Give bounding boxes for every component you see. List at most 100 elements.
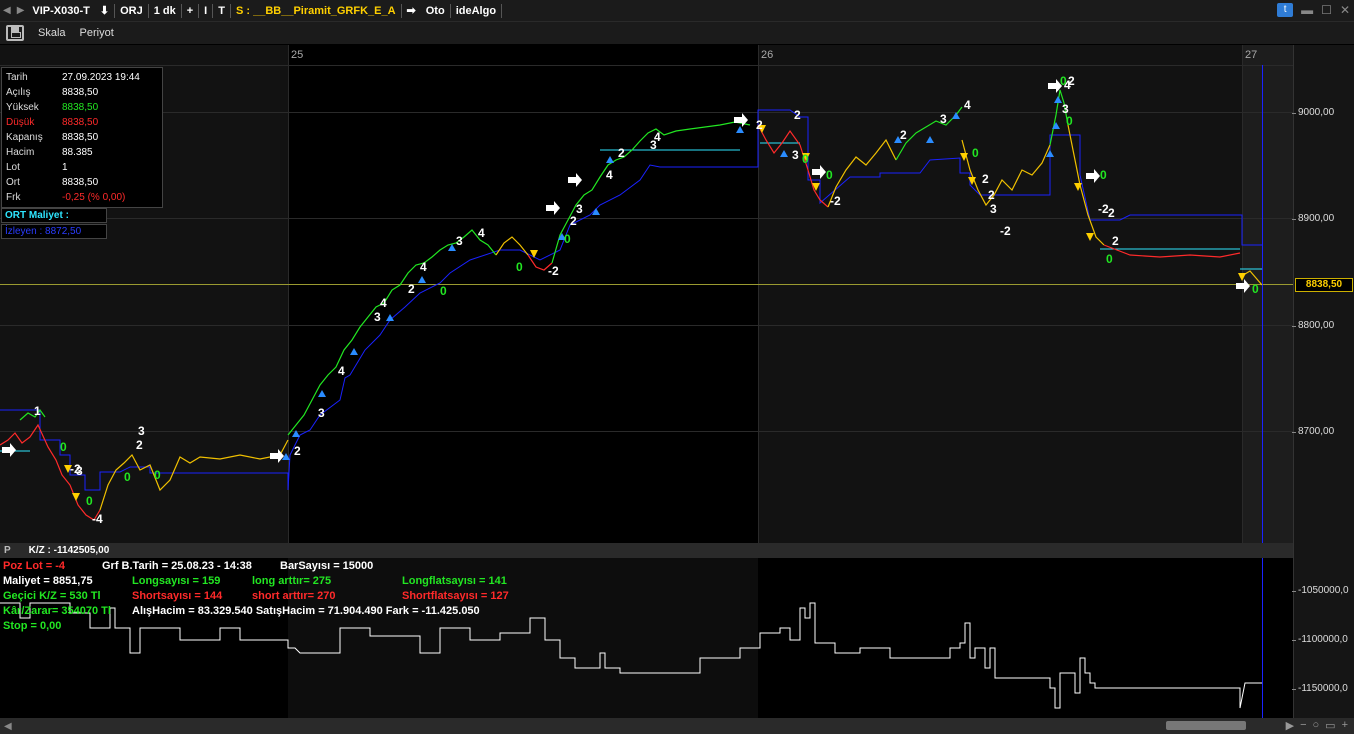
zoom-controls: ▶ − ○ ▭ + xyxy=(1286,719,1348,732)
info-value: 8838,50 xyxy=(62,132,99,143)
pnl-panel-header: P K/Z : -1142505,00 xyxy=(0,543,1293,558)
info-value: 8838,50 xyxy=(62,102,99,113)
svg-text:1: 1 xyxy=(34,404,41,418)
pnl-chart[interactable]: Poz Lot = -4 Grf B.Tarih = 25.08.23 - 14… xyxy=(0,558,1293,718)
info-key: Frk xyxy=(6,192,21,203)
grf-tarih-label: Grf B.Tarih = 25.08.23 - 14:38 xyxy=(102,560,252,572)
svg-text:2: 2 xyxy=(794,108,801,122)
orj-button[interactable]: ORJ xyxy=(115,3,148,19)
price-chart[interactable]: 25 26 27 1 0 -2 3 0 -4 0 2 3 0 2 3 4 3 4… xyxy=(0,45,1293,543)
svg-text:0: 0 xyxy=(516,260,523,274)
svg-text:4: 4 xyxy=(380,296,387,310)
info-row: Ort 8838,50 xyxy=(6,175,158,190)
add-button[interactable]: + xyxy=(182,3,198,19)
hacim-label: AlışHacim = 83.329.540 SatışHacim = 71.9… xyxy=(132,605,480,617)
gecici-kz-label: Geçici K/Z = 530 Tl xyxy=(3,590,101,602)
price-axis[interactable]: 9000,00 8900,00 8838,50 8800,00 8700,00 xyxy=(1291,45,1354,543)
svg-text:4: 4 xyxy=(606,168,613,182)
minimize-icon[interactable]: ▬ xyxy=(1301,3,1313,17)
download-icon[interactable]: ⬇ xyxy=(95,3,114,19)
info-key: Yüksek xyxy=(6,102,39,113)
skala-menu[interactable]: Skala xyxy=(38,27,66,39)
last-price-tag: 8838,50 xyxy=(1295,278,1353,292)
svg-text:3: 3 xyxy=(138,424,145,438)
symbol-label[interactable]: VIP-X030-T xyxy=(27,3,94,19)
short-entry-markers xyxy=(64,125,1246,501)
svg-text:2: 2 xyxy=(900,128,907,142)
svg-text:-4: -4 xyxy=(92,512,103,526)
scroll-right-icon[interactable]: ▶ xyxy=(1286,719,1294,732)
y-tick: -1100000,0 xyxy=(1292,634,1348,645)
info-value: 8838,50 xyxy=(62,87,99,98)
shortflat-label: Shortflatsayısı = 127 xyxy=(402,590,509,602)
svg-text:2: 2 xyxy=(756,118,763,132)
exit-markers xyxy=(2,79,1250,463)
periyot-menu[interactable]: Periyot xyxy=(80,27,114,39)
pnl-axis[interactable]: -1050000,0 -1100000,0 -1150000,0 xyxy=(1292,543,1354,718)
long-arttir-label: long arttır= 275 xyxy=(252,575,332,587)
forward-arrow-icon[interactable]: ▶ xyxy=(14,5,28,16)
info-value: -0,25 (% 0,00) xyxy=(62,192,126,203)
y-tick: 8900,00 xyxy=(1291,213,1335,224)
info-row: Kapanış 8838,50 xyxy=(6,130,158,145)
info-key: Hacim xyxy=(6,147,35,158)
idealgo-button[interactable]: ideAlgo xyxy=(451,3,501,19)
svg-text:0: 0 xyxy=(86,494,93,508)
kar-zarar-label: Kâr/Zarar= 354070 Tl xyxy=(3,605,111,617)
oto-button[interactable]: Oto xyxy=(421,3,450,19)
chart-svg: 10 -23 0-4 02 30 23 43 42 40 34 0 -2 02 3… xyxy=(0,74,1263,526)
svg-text:3: 3 xyxy=(76,464,83,478)
horizontal-scrollbar[interactable]: ◀ ▶ − ○ ▭ + xyxy=(0,718,1354,734)
maximize-icon[interactable]: ☐ xyxy=(1321,3,1332,17)
separator xyxy=(501,3,503,18)
zoom-in-icon[interactable]: + xyxy=(1342,719,1348,732)
info-row: Tarih 27.09.2023 19:44 xyxy=(6,70,158,85)
svg-text:2: 2 xyxy=(982,172,989,186)
maliyet-label: Maliyet = 8851,75 xyxy=(3,575,93,587)
scroll-left-icon[interactable]: ◀ xyxy=(0,721,16,732)
poz-lot-label: Poz Lot = -4 xyxy=(3,560,66,572)
arrow-right-icon[interactable]: ➡ xyxy=(402,3,421,19)
y-tick: 8800,00 xyxy=(1291,320,1335,331)
longflat-label: Longflatsayısı = 141 xyxy=(402,575,507,587)
info-value: 27.09.2023 19:44 xyxy=(62,72,140,83)
svg-text:0: 0 xyxy=(60,440,67,454)
price-series-up xyxy=(287,229,497,436)
close-icon[interactable]: ✕ xyxy=(1340,3,1350,17)
shortsayisi-label: Shortsayısı = 144 xyxy=(132,590,223,602)
zoom-out-icon[interactable]: − xyxy=(1300,719,1306,732)
svg-text:0: 0 xyxy=(440,284,447,298)
back-arrow-icon[interactable]: ◀ xyxy=(0,5,14,16)
info-value: 8838,50 xyxy=(62,177,99,188)
title-bar: ◀ ▶ VIP-X030-T ⬇ ORJ 1 dk + I T S : __BB… xyxy=(0,0,1354,22)
info-key: Lot xyxy=(6,162,20,173)
y-tick: 8700,00 xyxy=(1291,426,1335,437)
svg-text:-2: -2 xyxy=(1000,224,1011,238)
zoom-fit-icon[interactable]: ▭ xyxy=(1325,719,1335,732)
indicator-button[interactable]: I xyxy=(199,3,212,19)
period-button[interactable]: 1 dk xyxy=(149,3,181,19)
long-entry-markers xyxy=(282,96,1062,460)
scroll-thumb[interactable] xyxy=(1166,721,1246,730)
svg-text:0: 0 xyxy=(1066,114,1073,128)
ohlc-info-box: Tarih 27.09.2023 19:44 Açılış 8838,50 Yüks… xyxy=(1,67,163,208)
svg-text:0: 0 xyxy=(802,152,809,166)
info-value: 88.385 xyxy=(62,147,93,158)
info-row: Lot 1 xyxy=(6,160,158,175)
template-button[interactable]: T xyxy=(213,3,230,19)
svg-text:0: 0 xyxy=(154,468,161,482)
svg-text:0: 0 xyxy=(1100,168,1107,182)
svg-text:2: 2 xyxy=(136,438,143,452)
svg-text:2: 2 xyxy=(988,188,995,202)
reset-zoom-icon[interactable]: ○ xyxy=(1313,719,1320,732)
y-tick: 9000,00 xyxy=(1291,107,1335,118)
panel-p-label[interactable]: P xyxy=(4,545,11,556)
svg-text:3: 3 xyxy=(792,148,799,162)
y-tick: -1150000,0 xyxy=(1292,683,1348,694)
strategy-label[interactable]: S : __BB__Piramit_GRFK_E_A xyxy=(231,3,401,19)
svg-text:4: 4 xyxy=(420,260,427,274)
twitter-icon[interactable]: t xyxy=(1277,3,1294,17)
save-icon[interactable] xyxy=(6,25,24,41)
barsayisi-label: BarSayısı = 15000 xyxy=(280,560,374,572)
info-key: Kapanış xyxy=(6,132,43,143)
